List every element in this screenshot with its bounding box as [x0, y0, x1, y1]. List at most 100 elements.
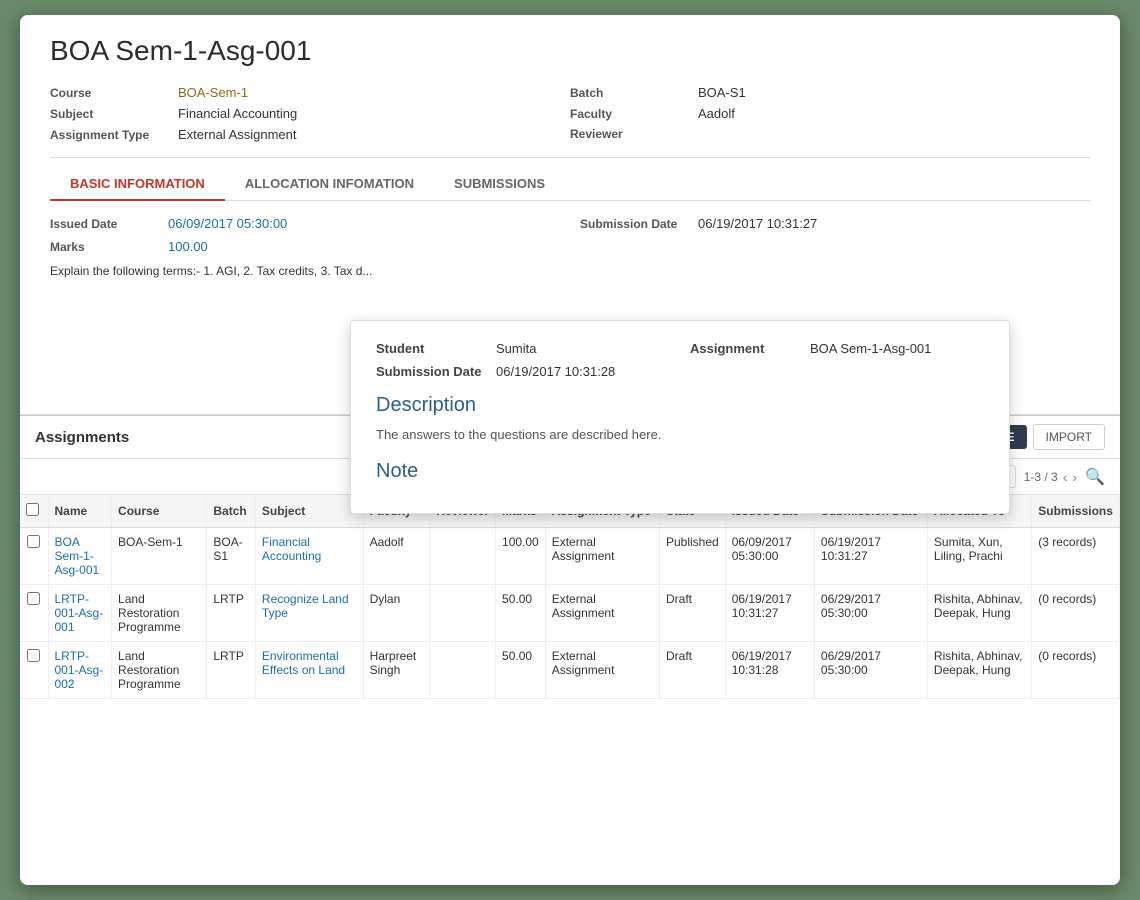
table-wrapper: Name Course Batch Subject Faculty Review…	[20, 495, 1120, 885]
assignments-table: Name Course Batch Subject Faculty Review…	[20, 495, 1120, 699]
info-grid: Course BOA-Sem-1 Subject Financial Accou…	[50, 85, 1090, 142]
row-submissions: (0 records)	[1032, 642, 1120, 699]
search-button[interactable]: 🔍	[1085, 467, 1105, 487]
select-all-checkbox[interactable]	[26, 503, 39, 516]
popup-overlay: Student Sumita Assignment BOA Sem-1-Asg-…	[350, 320, 1010, 514]
assignment-type-value: External Assignment	[178, 127, 297, 142]
fields-grid: Issued Date 06/09/2017 05:30:00 Submissi…	[50, 216, 1090, 254]
question-text: Explain the following terms:- 1. AGI, 2.…	[50, 264, 1090, 278]
row-faculty: Dylan	[363, 585, 430, 642]
submission-date-value: 06/19/2017 10:31:27	[698, 216, 817, 231]
tabs-container: BASIC INFORMATION ALLOCATION INFOMATION …	[50, 168, 1090, 201]
page-title: BOA Sem-1-Asg-001	[50, 35, 1090, 67]
subject-row: Subject Financial Accounting	[50, 106, 570, 121]
popup-submission-date-field: Submission Date 06/19/2017 10:31:28	[376, 364, 670, 379]
marks-label: Marks	[50, 240, 160, 254]
row-reviewer	[430, 642, 496, 699]
info-right: Batch BOA-S1 Faculty Aadolf Reviewer	[570, 85, 1090, 142]
row-subject[interactable]: Financial Accounting	[255, 528, 363, 585]
popup-assignment-value: BOA Sem-1-Asg-001	[810, 341, 931, 356]
row-marks: 50.00	[496, 642, 546, 699]
popup-student-label: Student	[376, 341, 486, 356]
assignment-type-label: Assignment Type	[50, 128, 170, 142]
row-assignment-type: External Assignment	[545, 528, 659, 585]
table-row: BOA Sem-1-Asg-001 BOA-Sem-1 BOA-S1 Finan…	[20, 528, 1120, 585]
reviewer-label: Reviewer	[570, 127, 690, 141]
row-submission-date: 06/19/2017 10:31:27	[814, 528, 927, 585]
row-name[interactable]: LRTP-001-Asg-002	[48, 642, 112, 699]
issued-date-row: Issued Date 06/09/2017 05:30:00	[50, 216, 560, 231]
main-frame: BOA Sem-1-Asg-001 Course BOA-Sem-1 Subje…	[20, 15, 1120, 885]
tab-submissions[interactable]: SUBMISSIONS	[434, 168, 565, 201]
table-row: LRTP-001-Asg-001 Land Restoration Progra…	[20, 585, 1120, 642]
row-course: BOA-Sem-1	[112, 528, 207, 585]
row-state: Draft	[659, 585, 725, 642]
row-allocated-to: Rishita, Abhinav, Deepak, Hung	[927, 585, 1031, 642]
row-faculty: Aadolf	[363, 528, 430, 585]
subject-label: Subject	[50, 107, 170, 121]
row-issued-date: 06/19/2017 10:31:28	[725, 642, 814, 699]
row-state: Published	[659, 528, 725, 585]
submission-date-label: Submission Date	[580, 217, 690, 231]
faculty-row: Faculty Aadolf	[570, 106, 1090, 121]
marks-row: Marks 100.00	[50, 239, 560, 254]
col-course: Course	[112, 495, 207, 528]
batch-value: BOA-S1	[698, 85, 746, 100]
submission-date-row: Submission Date 06/19/2017 10:31:27	[580, 216, 1090, 231]
table-row: LRTP-001-Asg-002 Land Restoration Progra…	[20, 642, 1120, 699]
pagination: 1-3 / 3 ‹ ›	[1024, 469, 1077, 485]
row-subject[interactable]: Environmental Effects on Land	[255, 642, 363, 699]
popup-submission-date-value: 06/19/2017 10:31:28	[496, 364, 615, 379]
tab-allocation-information[interactable]: ALLOCATION INFOMATION	[225, 168, 434, 201]
row-course: Land Restoration Programme	[112, 642, 207, 699]
popup-student-value: Sumita	[496, 341, 536, 356]
course-value[interactable]: BOA-Sem-1	[178, 85, 248, 100]
popup-student-field: Student Sumita	[376, 341, 670, 356]
popup-description-title: Description	[376, 394, 984, 417]
row-checkbox[interactable]	[27, 535, 40, 548]
row-checkbox[interactable]	[27, 649, 40, 662]
table-body: BOA Sem-1-Asg-001 BOA-Sem-1 BOA-S1 Finan…	[20, 528, 1120, 699]
import-button[interactable]: IMPORT	[1033, 424, 1105, 450]
row-batch: BOA-S1	[207, 528, 256, 585]
faculty-value: Aadolf	[698, 106, 735, 121]
row-subject[interactable]: Recognize Land Type	[255, 585, 363, 642]
row-name[interactable]: BOA Sem-1-Asg-001	[48, 528, 112, 585]
row-submissions: (0 records)	[1032, 585, 1120, 642]
row-marks: 50.00	[496, 585, 546, 642]
select-all-header	[20, 495, 48, 528]
row-assignment-type: External Assignment	[545, 585, 659, 642]
popup-row-2: Submission Date 06/19/2017 10:31:28	[376, 364, 984, 379]
popup-description-text: The answers to the questions are describ…	[376, 425, 984, 445]
row-checkbox-cell	[20, 642, 48, 699]
row-allocated-to: Sumita, Xun, Liling, Prachi	[927, 528, 1031, 585]
row-batch: LRTP	[207, 642, 256, 699]
row-batch: LRTP	[207, 585, 256, 642]
prev-page-button[interactable]: ‹	[1063, 469, 1068, 485]
row-submissions: (3 records)	[1032, 528, 1120, 585]
row-submission-date: 06/29/2017 05:30:00	[814, 585, 927, 642]
assignment-type-row: Assignment Type External Assignment	[50, 127, 570, 142]
col-name: Name	[48, 495, 112, 528]
next-page-button[interactable]: ›	[1072, 469, 1077, 485]
pagination-text: 1-3 / 3	[1024, 470, 1058, 484]
batch-row: Batch BOA-S1	[570, 85, 1090, 100]
row-checkbox[interactable]	[27, 592, 40, 605]
row-checkbox-cell	[20, 585, 48, 642]
row-faculty: Harpreet Singh	[363, 642, 430, 699]
row-submission-date: 06/29/2017 05:30:00	[814, 642, 927, 699]
row-name[interactable]: LRTP-001-Asg-001	[48, 585, 112, 642]
faculty-label: Faculty	[570, 107, 690, 121]
row-assignment-type: External Assignment	[545, 642, 659, 699]
popup-assignment-label: Assignment	[690, 341, 800, 356]
reviewer-row: Reviewer	[570, 127, 1090, 141]
tab-basic-information[interactable]: BASIC INFORMATION	[50, 168, 225, 201]
divider	[50, 157, 1090, 158]
course-row: Course BOA-Sem-1	[50, 85, 570, 100]
subject-value: Financial Accounting	[178, 106, 297, 121]
row-issued-date: 06/09/2017 05:30:00	[725, 528, 814, 585]
col-submissions: Submissions	[1032, 495, 1120, 528]
row-state: Draft	[659, 642, 725, 699]
col-batch: Batch	[207, 495, 256, 528]
marks-value: 100.00	[168, 239, 208, 254]
